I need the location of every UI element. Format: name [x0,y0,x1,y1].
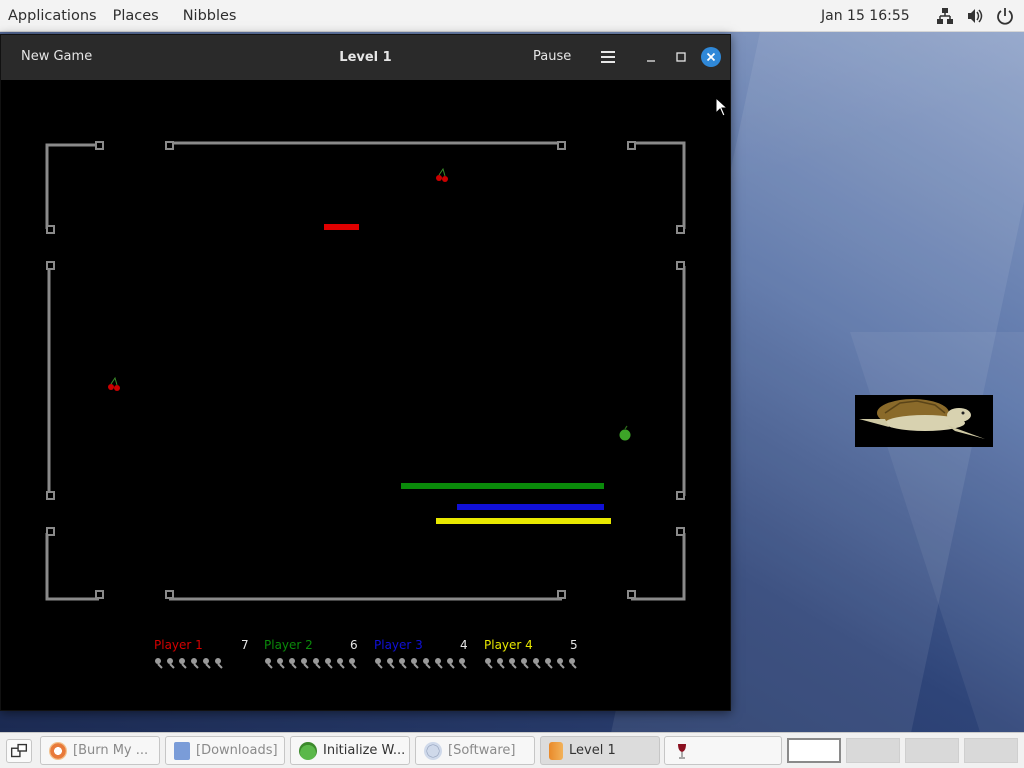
player-1-name: Player 1 [154,638,203,652]
life-icon [374,657,384,669]
task-label: [Downloads] [196,743,278,758]
life-icon [496,657,506,669]
life-icon [336,657,346,669]
life-icon [520,657,530,669]
life-icon [264,657,274,669]
life-icon [556,657,566,669]
life-icon [300,657,310,669]
nibbles-worm-icon [549,741,563,760]
task-label: Initialize W... [323,743,406,758]
life-icon [544,657,554,669]
life-icon [288,657,298,669]
wall-pegs [46,141,685,599]
turtle-desktop-image [855,395,993,447]
workspace-1[interactable] [787,738,841,763]
maximize-icon[interactable] [671,47,691,67]
task-initialize[interactable]: Initialize W... [290,736,410,765]
player-4-score: 5 [570,638,578,652]
player-1-lives [154,657,224,673]
worm-player-1 [324,224,359,230]
player-4-name: Player 4 [484,638,533,652]
hamburger-menu-icon[interactable] [595,45,621,69]
folder-icon [174,741,190,760]
task-software[interactable]: [Software] [415,736,535,765]
close-icon[interactable] [701,47,721,67]
volume-icon[interactable] [966,7,984,25]
life-icon [532,657,542,669]
wine-glass-icon [678,743,686,759]
workspace-3[interactable] [905,738,959,763]
task-label: [Burn My ... [73,743,149,758]
app-menu-nibbles[interactable]: Nibbles [175,0,245,32]
bottom-taskbar: [Burn My ... [Downloads] Initialize W...… [0,732,1024,768]
life-icon [178,657,188,669]
player-3-score: 4 [460,638,468,652]
worm-player-2 [401,483,604,489]
life-icon [214,657,224,669]
life-icon [446,657,456,669]
player-3-lives [374,657,468,673]
life-icon [190,657,200,669]
places-menu[interactable]: Places [105,0,167,32]
player-1-score: 7 [241,638,249,652]
player-2-score: 6 [350,638,358,652]
network-icon[interactable] [936,7,954,25]
minimize-icon[interactable] [641,47,661,67]
cherry-icon [436,167,448,182]
nibbles-window: New Game Level 1 Pause Player 1 7 Player… [0,34,731,711]
life-icon [324,657,334,669]
life-icon [434,657,444,669]
life-icon [312,657,322,669]
player-3-name: Player 3 [374,638,423,652]
life-icon [484,657,494,669]
power-icon[interactable] [996,7,1014,25]
header-bar: New Game Level 1 Pause [1,35,730,80]
life-icon [508,657,518,669]
game-board[interactable] [1,81,730,711]
life-icon [410,657,420,669]
life-icon [458,657,468,669]
player-2-name: Player 2 [264,638,313,652]
software-globe-icon [424,741,442,760]
task-label: Level 1 [569,743,616,758]
life-icon [166,657,176,669]
pause-button[interactable]: Pause [521,43,583,71]
task-burn-my-windows[interactable]: [Burn My ... [40,736,160,765]
worm-player-3 [457,504,604,510]
workspace-4[interactable] [964,738,1018,763]
worm-player-4 [436,518,611,524]
cherry-icon [108,376,120,391]
task-wine[interactable] [664,736,782,765]
show-desktop-icon[interactable] [6,739,32,763]
android-robot-icon [299,741,317,760]
life-icon [154,657,164,669]
life-icon [348,657,358,669]
clock[interactable]: Jan 15 16:55 [821,0,910,32]
system-tray [936,0,1014,32]
player-2-lives [264,657,358,673]
task-downloads[interactable]: [Downloads] [165,736,285,765]
life-icon [422,657,432,669]
task-label: [Software] [448,743,516,758]
life-icon [202,657,212,669]
applications-menu[interactable]: Applications [0,0,105,32]
apple-icon [619,425,631,441]
burn-my-windows-icon [49,741,67,760]
task-level-1[interactable]: Level 1 [540,736,660,765]
life-icon [398,657,408,669]
top-panel: Applications Places Nibbles Jan 15 16:55 [0,0,1024,32]
life-icon [276,657,286,669]
new-game-button[interactable]: New Game [9,43,104,71]
player-4-lives [484,657,578,673]
arena-walls [45,141,686,601]
workspace-2[interactable] [846,738,900,763]
life-icon [568,657,578,669]
life-icon [386,657,396,669]
